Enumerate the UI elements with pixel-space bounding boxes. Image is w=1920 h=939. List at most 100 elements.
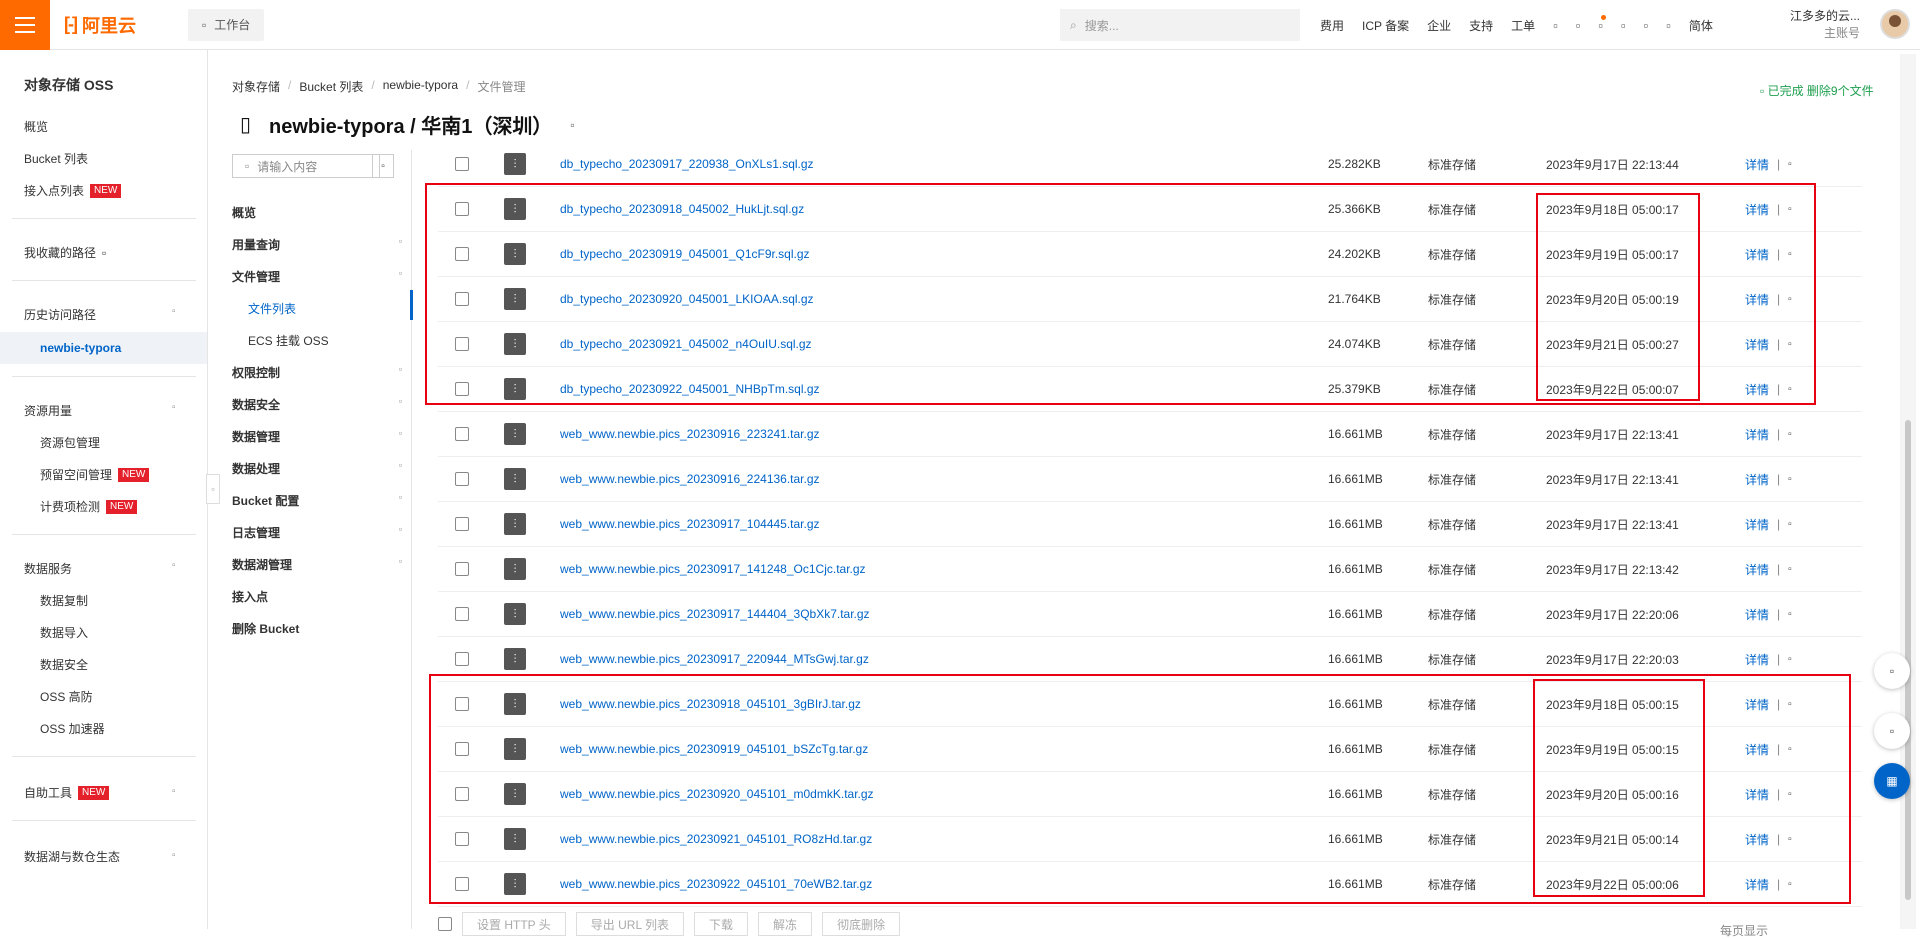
more-icon[interactable]: ▫ [1788,339,1792,350]
breadcrumb-item[interactable]: Bucket 列表 [299,78,363,95]
subnav-item-ecs-mount[interactable]: ECS 挂载 OSS [248,332,418,349]
chevron-icon[interactable]: ▫ [172,402,176,413]
download-button[interactable]: 下载 [694,912,749,936]
main-menu-button[interactable] [0,0,50,50]
file-name-link[interactable]: web_www.newbie.pics_20230917_104445.tar.… [560,517,820,531]
row-checkbox[interactable] [455,382,469,396]
more-icon[interactable]: ▫ [1788,474,1792,485]
subnav-item-file-list[interactable]: 文件列表 [248,300,418,317]
detail-link[interactable]: 详情 [1745,381,1769,398]
nav-ticket[interactable]: 工单 [1511,17,1535,34]
subnav-search-input[interactable]: ▫ 请输入内容 [232,154,380,178]
row-checkbox[interactable] [455,877,469,891]
more-icon[interactable]: ▫ [1788,249,1792,260]
sidebar-item-data-services[interactable]: 数据服务 [24,560,72,577]
detail-link[interactable]: 详情 [1745,201,1769,218]
detail-link[interactable]: 详情 [1745,741,1769,758]
table-row[interactable]: ⫶ db_typecho_20230922_045001_NHBpTm.sql.g… [438,367,1862,412]
file-name-link[interactable]: db_typecho_20230918_045002_HukLjt.sql.gz [560,202,804,216]
file-name-link[interactable]: web_www.newbie.pics_20230916_223241.tar.… [560,427,820,441]
row-checkbox[interactable] [455,427,469,441]
table-row[interactable]: ⫶ web_www.newbie.pics_20230917_104445.tar… [438,502,1862,547]
row-checkbox[interactable] [455,652,469,666]
chevron-icon[interactable]: ▫ [172,786,176,797]
file-name-link[interactable]: web_www.newbie.pics_20230917_141248_Oc1C… [560,562,866,576]
more-icon[interactable]: ▫ [1788,699,1792,710]
table-row[interactable]: ⫶ web_www.newbie.pics_20230918_045101_3gB… [438,682,1862,727]
more-icon[interactable]: ▫ [1788,294,1792,305]
sidebar-item-data-security[interactable]: 数据安全 [40,656,88,673]
detail-link[interactable]: 详情 [1745,696,1769,713]
subnav-item-delete-bucket[interactable]: 删除 Bucket [232,620,402,637]
detail-link[interactable]: 详情 [1745,876,1769,893]
table-row[interactable]: ⫶ web_www.newbie.pics_20230919_045101_bSZ… [438,727,1862,772]
chevron-icon[interactable]: ▫ [172,306,176,317]
restore-button[interactable]: 解冻 [758,912,813,936]
more-icon[interactable]: ▫ [1788,834,1792,845]
table-row[interactable]: ⫶ db_typecho_20230920_045001_LKIOAA.sql.g… [438,277,1862,322]
notification-icon[interactable]: ▫ [1598,14,1607,33]
table-row[interactable]: ⫶ web_www.newbie.pics_20230921_045101_RO8… [438,817,1862,862]
search-input[interactable]: ⌕ 搜索... [1060,9,1300,41]
detail-link[interactable]: 详情 [1745,831,1769,848]
file-name-link[interactable]: web_www.newbie.pics_20230918_045101_3gBI… [560,697,861,711]
table-row[interactable]: ⫶ web_www.newbie.pics_20230916_223241.tar… [438,412,1862,457]
sidebar-item-overview[interactable]: 概览 [24,118,48,135]
row-checkbox[interactable] [455,292,469,306]
more-icon[interactable]: ▫ [1788,384,1792,395]
delete-permanent-button[interactable]: 彻底删除 [822,912,901,936]
detail-link[interactable]: 详情 [1745,606,1769,623]
file-name-link[interactable]: db_typecho_20230920_045001_LKIOAA.sql.gz [560,292,814,306]
subnav-item-log-mgmt[interactable]: 日志管理 ▫ [232,524,402,541]
user-menu[interactable]: 江多多的云... 主账号 [1790,8,1860,42]
table-row[interactable]: ⫶ db_typecho_20230917_220938_OnXLs1.sql.g… [438,142,1862,187]
row-checkbox[interactable] [455,472,469,486]
task-status[interactable]: ▫ 已完成 删除9个文件 [1760,82,1874,99]
subnav-item-data-mgmt[interactable]: 数据管理 ▫ [232,428,402,445]
more-icon[interactable]: ▫ [1788,519,1792,530]
file-name-link[interactable]: web_www.newbie.pics_20230919_045101_bSZc… [560,742,868,756]
row-checkbox[interactable] [455,517,469,531]
table-row[interactable]: ⫶ web_www.newbie.pics_20230917_220944_MTs… [438,637,1862,682]
file-name-link[interactable]: web_www.newbie.pics_20230922_045101_70eW… [560,877,872,891]
chevron-icon[interactable]: ▫ [172,850,176,861]
table-row[interactable]: ⫶ web_www.newbie.pics_20230920_045101_m0d… [438,772,1862,817]
sidebar-item-oss-accel[interactable]: OSS 加速器 [40,720,105,737]
table-row[interactable]: ⫶ web_www.newbie.pics_20230917_141248_Oc1… [438,547,1862,592]
subnav-item-overview[interactable]: 概览 [232,204,402,221]
table-row[interactable]: ⫶ db_typecho_20230919_045001_Q1cF9r.sql.g… [438,232,1862,277]
settings-icon[interactable]: ▫ [1666,18,1671,33]
chevron-icon[interactable]: ▫ [172,560,176,571]
file-name-link[interactable]: web_www.newbie.pics_20230916_224136.tar.… [560,472,820,486]
more-icon[interactable]: ▫ [1788,204,1792,215]
detail-link[interactable]: 详情 [1745,336,1769,353]
copy-icon[interactable]: ▫ [570,118,574,132]
row-checkbox[interactable] [455,787,469,801]
detail-link[interactable]: 详情 [1745,471,1769,488]
row-checkbox[interactable] [455,337,469,351]
file-name-link[interactable]: web_www.newbie.pics_20230921_045101_RO8z… [560,832,872,846]
logo[interactable]: [-] 阿里云 [64,12,174,38]
sidebar-item-bucket-list[interactable]: Bucket 列表 [24,150,88,167]
detail-link[interactable]: 详情 [1745,291,1769,308]
file-name-link[interactable]: db_typecho_20230917_220938_OnXLs1.sql.gz [560,157,814,171]
help-icon[interactable]: ▫ [1644,18,1649,33]
breadcrumb-item[interactable]: newbie-typora [383,78,458,95]
row-checkbox[interactable] [455,607,469,621]
sidebar-item-resource-usage[interactable]: 资源用量 [24,402,72,419]
table-row[interactable]: ⫶ db_typecho_20230918_045002_HukLjt.sql.g… [438,187,1862,232]
sidebar-item-favorites[interactable]: 我收藏的路径 ▫ [24,244,106,261]
workbench-button[interactable]: ▫ 工作台 [188,8,265,41]
sidebar-item-self-tools[interactable]: 自助工具 NEW [24,784,110,801]
row-checkbox[interactable] [455,697,469,711]
more-icon[interactable]: ▫ [1788,744,1792,755]
subnav-item-file-mgmt[interactable]: 文件管理 ▫ [232,268,402,285]
detail-link[interactable]: 详情 [1745,561,1769,578]
nav-support[interactable]: 支持 [1469,17,1493,34]
sidebar-item-oss-defense[interactable]: OSS 高防 [40,688,93,705]
file-name-link[interactable]: db_typecho_20230921_045002_n4OuIU.sql.gz [560,337,812,351]
subnav-item-bucket-conf[interactable]: Bucket 配置 ▫ [232,492,402,509]
more-icon[interactable]: ▫ [1788,789,1792,800]
subnav-item-access-point[interactable]: 接入点 [232,588,402,605]
sidebar-item-data-import[interactable]: 数据导入 [40,624,88,641]
